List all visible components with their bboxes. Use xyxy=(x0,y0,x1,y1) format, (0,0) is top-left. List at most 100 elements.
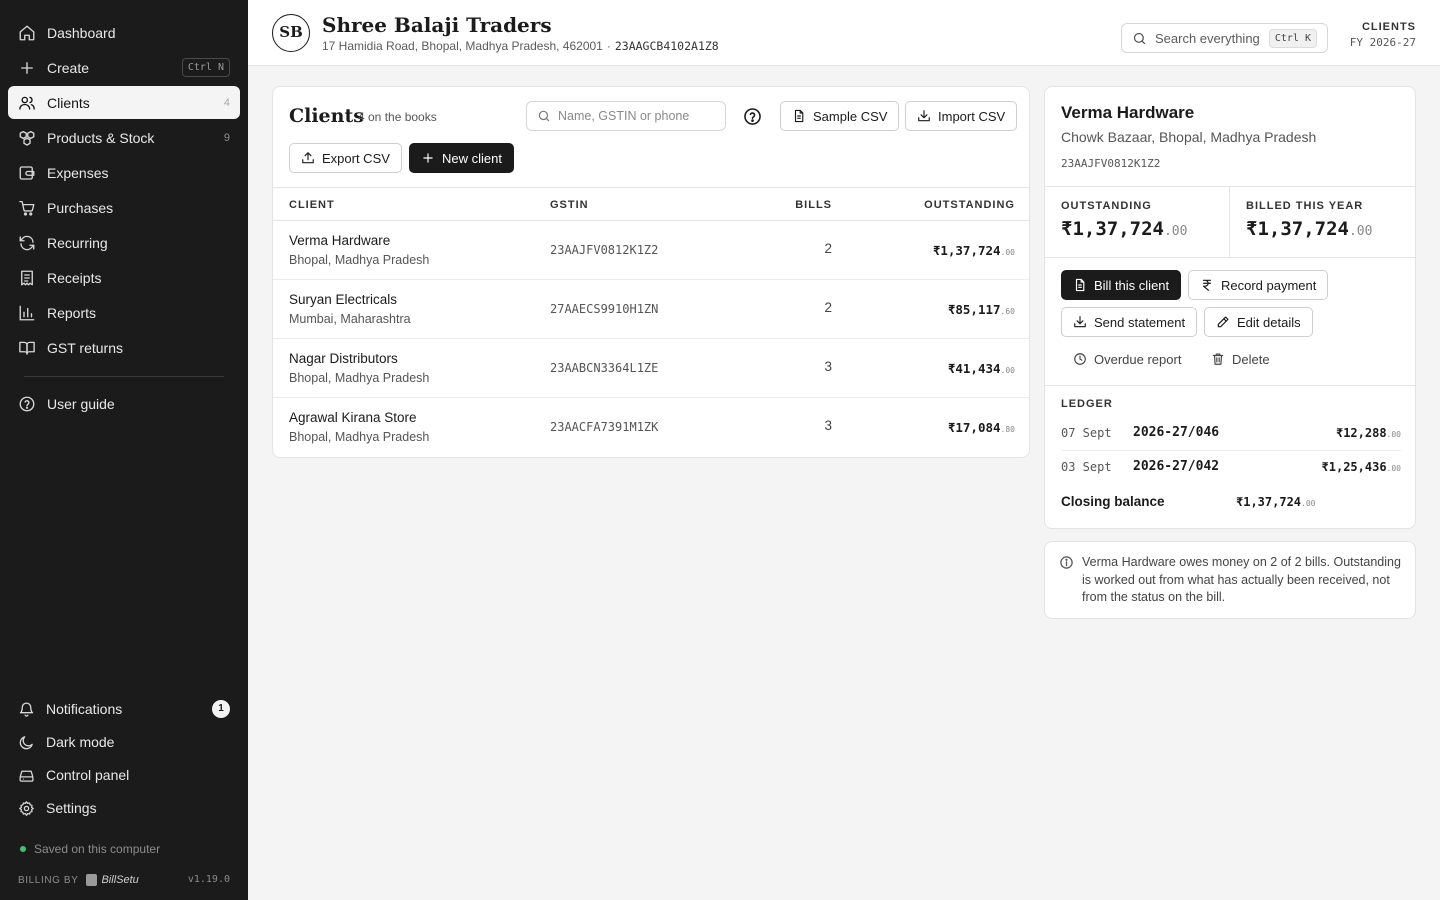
outstanding-amount: ₹1,37,724.00 xyxy=(1061,218,1187,240)
amount-rupees: ₹17,084 xyxy=(947,420,1001,435)
edit-details-button[interactable]: Edit details xyxy=(1204,307,1313,337)
sidebar-item-user-guide[interactable]: User guide xyxy=(8,387,240,420)
client-outstanding: ₹41,434.00 xyxy=(948,361,1015,376)
ledger-section: LEDGER 07 Sept 2026-27/046 ₹12,288.00 03… xyxy=(1045,385,1415,509)
table-row[interactable]: Suryan Electricals Mumbai, Maharashtra 2… xyxy=(273,280,1029,339)
brand-mark-icon xyxy=(86,874,98,886)
table-header: CLIENT GSTIN BILLS OUTSTANDING xyxy=(273,187,1029,221)
client-location: Bhopal, Madhya Pradesh xyxy=(289,253,430,267)
amount-paise: .00 xyxy=(1348,224,1373,239)
help-circle-icon xyxy=(19,396,35,411)
client-bills: 3 xyxy=(824,418,832,433)
page-title: Clients xyxy=(289,105,364,127)
search-placeholder: Search everything xyxy=(1155,30,1260,46)
save-status-text: Saved on this computer xyxy=(34,842,161,856)
brand-logo: BillSetu xyxy=(86,874,139,886)
rupee-icon xyxy=(1202,279,1212,291)
sidebar-item-label: Notifications xyxy=(46,701,123,717)
dark-mode-toggle[interactable]: Dark mode xyxy=(8,727,240,757)
client-gstin: 23AABCN3364L1ZE xyxy=(550,361,659,375)
client-bills: 2 xyxy=(824,241,832,256)
column-header-gstin[interactable]: GSTIN xyxy=(550,199,589,211)
notification-badge: 1 xyxy=(212,700,230,718)
ledger-entry[interactable]: 07 Sept 2026-27/046 ₹12,288.00 xyxy=(1061,417,1401,451)
button-label: Import CSV xyxy=(938,108,1006,124)
closing-balance-label: Closing balance xyxy=(1061,494,1165,509)
new-client-button[interactable]: New client xyxy=(409,143,514,173)
sidebar-item-recurring[interactable]: Recurring xyxy=(8,226,240,259)
column-header-outstanding[interactable]: OUTSTANDING xyxy=(924,199,1015,211)
business-details: 17 Hamidia Road, Bhopal, Madhya Pradesh,… xyxy=(322,39,719,53)
notifications-button[interactable]: Notifications 1 xyxy=(8,694,240,724)
delete-client-button[interactable]: Delete xyxy=(1199,344,1282,374)
ledger-title: LEDGER xyxy=(1061,398,1113,410)
client-search-input[interactable]: Name, GSTIN or phone xyxy=(526,101,726,131)
table-row[interactable]: Verma Hardware Bhopal, Madhya Pradesh 23… xyxy=(273,221,1029,280)
sidebar-item-gst-returns[interactable]: GST returns xyxy=(8,331,240,364)
sidebar-item-reports[interactable]: Reports xyxy=(8,296,240,329)
download-icon xyxy=(918,110,930,122)
info-note: Verma Hardware owes money on 2 of 2 bill… xyxy=(1044,541,1416,619)
client-gstin: 27AAECS9910H1ZN xyxy=(550,302,659,316)
amount-rupees: ₹1,25,436 xyxy=(1321,460,1387,474)
file-icon xyxy=(1075,278,1085,292)
sidebar-item-dashboard[interactable]: Dashboard xyxy=(8,16,240,49)
column-header-bills[interactable]: BILLS xyxy=(795,199,832,211)
send-statement-button[interactable]: Send statement xyxy=(1061,307,1198,337)
cart-icon xyxy=(19,200,35,216)
bell-icon xyxy=(19,701,34,717)
client-name: Nagar Distributors xyxy=(289,351,398,366)
client-stats: OUTSTANDING ₹1,37,724.00 BILLED THIS YEA… xyxy=(1045,186,1415,258)
ledger-amount: ₹12,288.00 xyxy=(1336,426,1401,440)
ledger-invoice: 2026-27/042 xyxy=(1133,459,1220,474)
record-payment-button[interactable]: Record payment xyxy=(1188,270,1329,300)
ledger-invoice: 2026-27/046 xyxy=(1133,425,1220,440)
overdue-report-button[interactable]: Overdue report xyxy=(1061,344,1194,374)
business-gstin: 23AAGCB4102A1Z8 xyxy=(614,39,719,53)
import-csv-button[interactable]: Import CSV xyxy=(905,101,1018,131)
status-dot xyxy=(20,846,26,852)
billed-this-year-amount: ₹1,37,724.00 xyxy=(1246,218,1372,240)
control-panel-button[interactable]: Control panel xyxy=(8,760,240,790)
sidebar-item-label: Settings xyxy=(46,800,97,816)
wallet-icon xyxy=(19,165,35,180)
client-bills: 2 xyxy=(824,300,832,315)
client-outstanding: ₹17,084.80 xyxy=(948,420,1015,435)
amount-rupees: ₹12,288 xyxy=(1335,426,1387,440)
client-count: 4 on the books xyxy=(358,110,437,124)
stat-divider xyxy=(1229,187,1230,258)
info-icon xyxy=(1060,556,1073,569)
sidebar-item-receipts[interactable]: Receipts xyxy=(8,261,240,294)
sidebar-item-expenses[interactable]: Expenses xyxy=(8,156,240,189)
sidebar-item-clients[interactable]: Clients 4 xyxy=(8,86,240,119)
sidebar-item-purchases[interactable]: Purchases xyxy=(8,191,240,224)
shortcut-hint: Ctrl N xyxy=(181,58,230,77)
brand-name: BillSetu xyxy=(101,874,139,886)
client-location: Mumbai, Maharashtra xyxy=(289,312,411,326)
settings-button[interactable]: Settings xyxy=(8,793,240,823)
fiscal-year: FY 2026-27 xyxy=(1349,36,1416,49)
sidebar-item-create[interactable]: Create Ctrl N xyxy=(8,51,240,84)
sidebar-item-products-stock[interactable]: Products & Stock 9 xyxy=(8,121,240,154)
shortcut-hint: Ctrl K xyxy=(1268,29,1317,48)
column-header-client[interactable]: CLIENT xyxy=(289,199,335,211)
button-label: Edit details xyxy=(1237,314,1301,330)
sidebar-item-label: GST returns xyxy=(47,339,123,356)
pencil-icon xyxy=(1217,316,1229,328)
bill-this-client-button[interactable]: Bill this client xyxy=(1061,270,1182,300)
table-row[interactable]: Nagar Distributors Bhopal, Madhya Prades… xyxy=(273,339,1029,398)
help-icon[interactable] xyxy=(743,107,762,126)
client-bills: 3 xyxy=(824,359,832,374)
ledger-entry[interactable]: 03 Sept 2026-27/042 ₹1,25,436.00 xyxy=(1061,451,1401,485)
sidebar: Dashboard Create Ctrl N Clients 4 Produc… xyxy=(0,0,248,900)
file-icon xyxy=(794,109,804,123)
sidebar-item-label: Reports xyxy=(47,304,97,321)
amount-rupees: ₹1,37,724 xyxy=(1246,218,1349,240)
export-csv-button[interactable]: Export CSV xyxy=(289,143,402,173)
table-row[interactable]: Agrawal Kirana Store Bhopal, Madhya Prad… xyxy=(273,398,1029,457)
sample-csv-button[interactable]: Sample CSV xyxy=(780,101,900,131)
boxes-icon xyxy=(19,130,35,146)
sidebar-item-label: User guide xyxy=(47,395,115,412)
global-search-input[interactable]: Search everything Ctrl K xyxy=(1121,23,1328,53)
home-icon xyxy=(19,25,35,40)
